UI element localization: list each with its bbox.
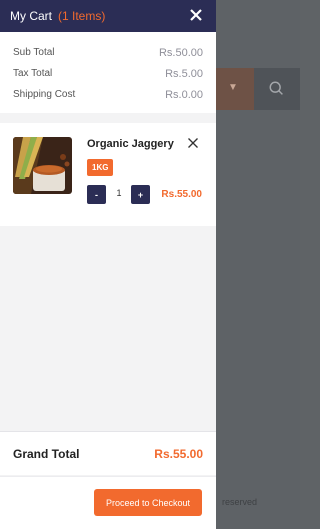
shipping-cost-value: Rs.0.00 bbox=[165, 88, 203, 101]
checkout-footer: Proceed to Checkout bbox=[0, 476, 216, 529]
cart-drawer: My Cart (1 Items) Sub Total Rs.50.00 Tax… bbox=[0, 0, 216, 529]
quantity-value: 1 bbox=[116, 188, 122, 198]
tax-total-value: Rs.5.00 bbox=[165, 67, 203, 80]
close-icon[interactable] bbox=[188, 7, 204, 23]
subtotal-row: Sub Total Rs.50.00 bbox=[13, 42, 203, 63]
increase-quantity-button[interactable]: + bbox=[131, 185, 150, 204]
grand-total-row: Grand Total Rs.55.00 bbox=[0, 431, 216, 475]
cart-item-count: (1 Items) bbox=[58, 9, 106, 23]
variant-badge: 1KG bbox=[87, 159, 114, 176]
cart-totals: Sub Total Rs.50.00 Tax Total Rs.5.00 Shi… bbox=[0, 32, 216, 113]
subtotal-label: Sub Total bbox=[13, 47, 55, 58]
proceed-to-checkout-button[interactable]: Proceed to Checkout bbox=[94, 489, 202, 516]
caret-down-icon: ▼ bbox=[228, 82, 238, 93]
subtotal-value: Rs.50.00 bbox=[158, 46, 203, 59]
tax-total-row: Tax Total Rs.5.00 bbox=[13, 63, 203, 84]
item-price: Rs.55.00 bbox=[161, 189, 202, 200]
grand-total-value: Rs.55.00 bbox=[154, 446, 203, 461]
search-icon bbox=[269, 81, 283, 95]
cart-header: My Cart (1 Items) bbox=[0, 0, 216, 32]
product-image bbox=[13, 137, 72, 194]
decrease-quantity-button[interactable]: - bbox=[87, 185, 106, 204]
shipping-cost-label: Shipping Cost bbox=[13, 89, 76, 100]
cart-title: My Cart bbox=[10, 9, 52, 23]
shipping-cost-row: Shipping Cost Rs.0.00 bbox=[13, 84, 203, 105]
background-footer-text: reserved bbox=[222, 497, 258, 507]
remove-item-icon[interactable] bbox=[187, 137, 199, 149]
product-name: Organic Jaggery bbox=[87, 138, 174, 150]
cart-item: Organic Jaggery 1KG - 1 + Rs.55.00 bbox=[0, 123, 216, 226]
grand-total-label: Grand Total bbox=[13, 446, 80, 461]
tax-total-label: Tax Total bbox=[13, 68, 53, 79]
